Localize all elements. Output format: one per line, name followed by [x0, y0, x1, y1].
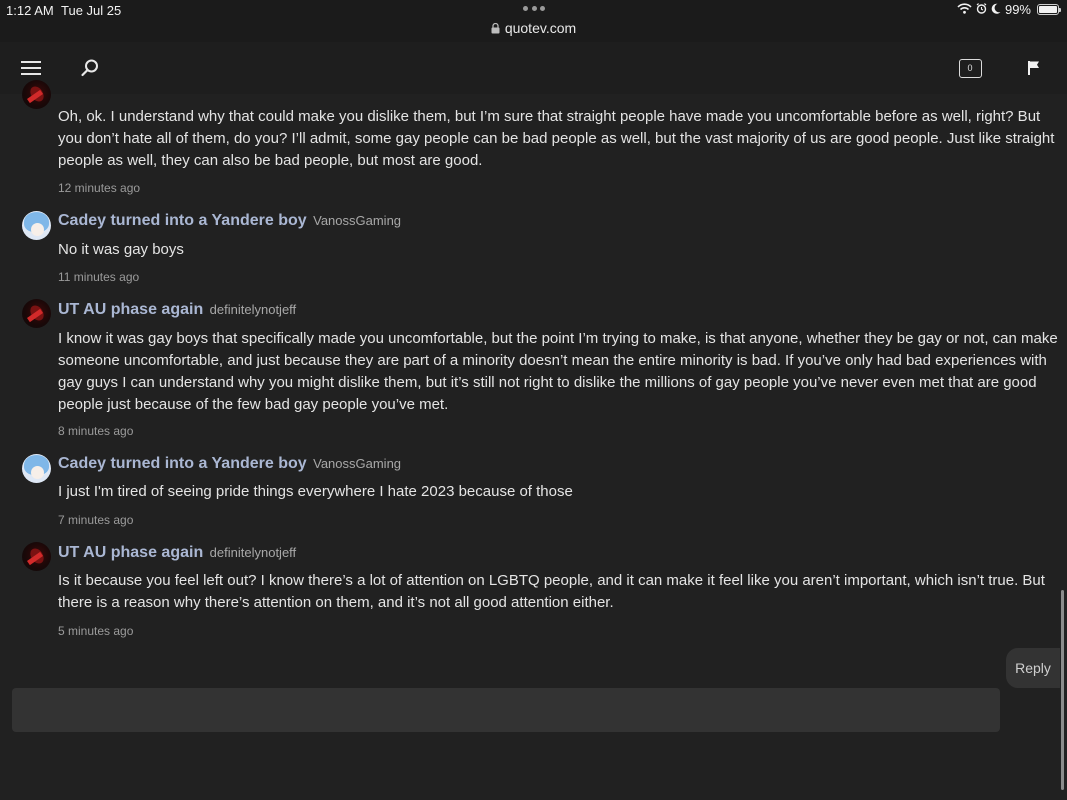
comment-username[interactable]: definitelynotjeff	[210, 302, 297, 317]
address-bar[interactable]: quotev.com	[0, 20, 1067, 37]
moon-icon	[991, 2, 1001, 17]
avatar[interactable]	[22, 80, 51, 109]
comment-author[interactable]: UT AU phase again	[58, 301, 203, 318]
comment-header: UT AU phase again definitelynotjeff	[58, 301, 296, 319]
status-time: 1:12 AM	[6, 3, 54, 18]
avatar[interactable]	[22, 454, 51, 483]
battery-percent: 99%	[1004, 2, 1031, 17]
wifi-icon	[957, 2, 972, 17]
status-date: Tue Jul 25	[61, 3, 122, 18]
comment-timestamp: 12 minutes ago	[58, 181, 141, 195]
comment-timestamp: 7 minutes ago	[58, 513, 134, 527]
ios-status-bar: 1:12 AM Tue Jul 25 quotev.com 99%	[0, 0, 1067, 42]
status-indicators: 99%	[957, 2, 1061, 17]
comment-header: Cadey turned into a Yandere boy VanossGa…	[58, 212, 401, 230]
avatar[interactable]	[22, 299, 51, 328]
comment-text: I know it was gay boys that specifically…	[58, 330, 1058, 413]
search-icon[interactable]	[76, 54, 104, 82]
comment-author[interactable]: Cadey turned into a Yandere boy	[58, 212, 307, 229]
notification-box-icon: 0	[958, 58, 982, 78]
avatar[interactable]	[22, 542, 51, 571]
comment-text: Oh, ok. I understand why that could make…	[58, 108, 1055, 169]
notification-count: 0	[967, 63, 973, 73]
multitasking-dots-icon[interactable]	[523, 6, 545, 12]
hamburger-menu-icon[interactable]	[17, 54, 45, 82]
comment-author[interactable]: Cadey turned into a Yandere boy	[58, 455, 307, 472]
comment-header: Cadey turned into a Yandere boy VanossGa…	[58, 455, 401, 473]
battery-icon	[1037, 4, 1061, 15]
lock-icon	[491, 21, 500, 37]
alarm-icon	[976, 2, 987, 17]
comment-text: I just I'm tired of seeing pride things …	[58, 483, 573, 500]
comment-text: Is it because you feel left out? I know …	[58, 572, 1045, 611]
comment-timestamp: 8 minutes ago	[58, 424, 134, 438]
comment-username[interactable]: VanossGaming	[313, 456, 401, 471]
comment-timestamp: 11 minutes ago	[58, 270, 140, 284]
comment-username[interactable]: definitelynotjeff	[210, 545, 297, 560]
comment-timestamp: 5 minutes ago	[58, 624, 134, 638]
comment-text: No it was gay boys	[58, 241, 184, 258]
comment-header: UT AU phase again definitelynotjeff	[58, 544, 296, 562]
app-top-bar: 0	[0, 42, 1067, 94]
scrollbar[interactable]	[1061, 590, 1064, 790]
notifications-button[interactable]: 0	[956, 54, 984, 82]
comment-username[interactable]: VanossGaming	[313, 213, 401, 228]
reply-button[interactable]: Reply	[1006, 648, 1060, 688]
reply-input[interactable]	[12, 688, 1000, 732]
avatar[interactable]	[22, 211, 51, 240]
flag-icon[interactable]	[1020, 54, 1048, 82]
comment-author[interactable]: UT AU phase again	[58, 544, 203, 561]
url-text: quotev.com	[504, 20, 577, 36]
